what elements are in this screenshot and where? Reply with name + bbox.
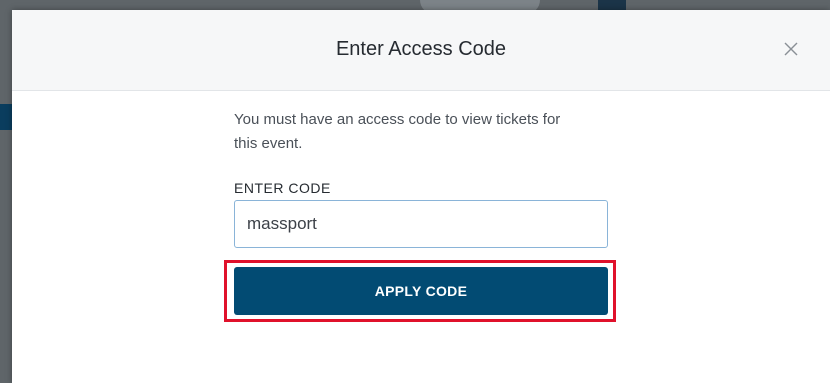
access-code-modal: Enter Access Code You must have an acces… [12,10,830,383]
modal-header: Enter Access Code [12,10,830,91]
close-button[interactable] [782,40,800,58]
modal-title: Enter Access Code [335,38,507,60]
access-code-input[interactable] [234,200,608,248]
close-icon [784,42,798,56]
background-strip [0,104,12,130]
apply-code-button[interactable]: APPLY CODE [234,267,608,315]
code-field-label: ENTER CODE [234,180,331,196]
access-code-description: You must have an access code to view tic… [234,111,561,152]
